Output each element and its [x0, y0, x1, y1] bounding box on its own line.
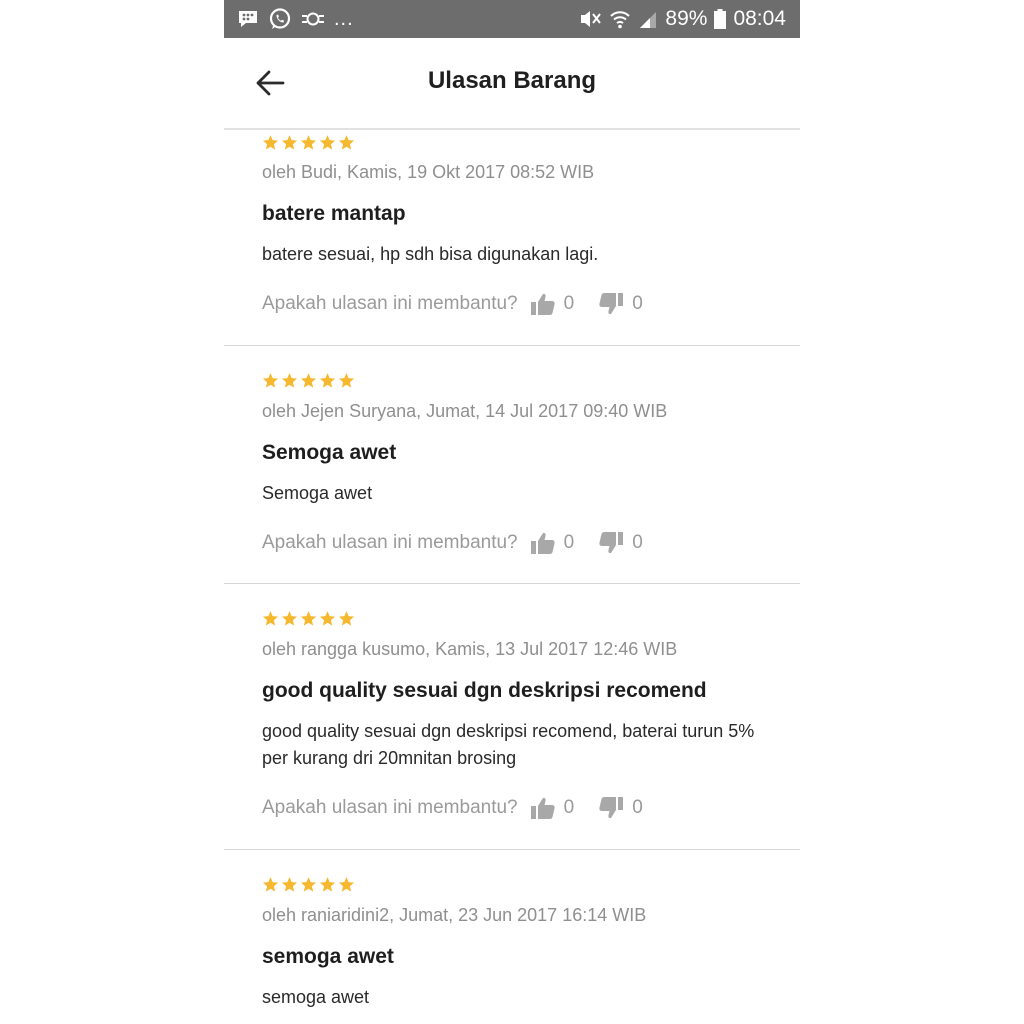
star-icon: [338, 877, 355, 892]
star-icon: [319, 373, 336, 388]
mute-icon: [578, 8, 602, 30]
battery-percent: 89%: [665, 7, 708, 30]
review-body: Semoga awet: [262, 483, 373, 503]
like-button[interactable]: 0: [530, 796, 575, 820]
thumbs-down-icon: [599, 797, 624, 819]
review-meta: oleh rangga kusumo, Kamis, 13 Jul 2017 1…: [262, 639, 678, 659]
app-bar: Ulasan Barang: [224, 38, 800, 130]
review-body: batere sesuai, hp sdh bisa digunakan lag…: [262, 244, 599, 264]
dislike-button[interactable]: 0: [598, 796, 643, 820]
star-icon: [300, 877, 317, 892]
star-icon: [338, 611, 355, 626]
dislike-count: 0: [632, 797, 643, 818]
review-item: oleh rangga kusumo, Kamis, 13 Jul 2017 1…: [224, 584, 800, 850]
page-title: Ulasan Barang: [427, 67, 597, 94]
review-meta: oleh Jejen Suryana, Jumat, 14 Jul 2017 0…: [262, 401, 668, 421]
dislike-count: 0: [632, 532, 643, 553]
star-icon: [281, 877, 298, 892]
like-button[interactable]: 0: [530, 292, 575, 316]
phone-screen: ... 89% 08:04 Ulasan Barang oleh Budi, K…: [224, 0, 800, 1024]
status-bar-left: ...: [237, 6, 354, 32]
review-meta: oleh raniaridini2, Jumat, 23 Jun 2017 16…: [262, 905, 647, 925]
star-icon: [300, 373, 317, 388]
clock: 08:04: [733, 7, 786, 30]
thumbs-up-icon: [530, 797, 555, 819]
sync-icon: [301, 8, 325, 30]
star-icon: [338, 373, 355, 388]
star-icon: [281, 135, 298, 150]
wifi-icon: [609, 8, 631, 30]
star-icon: [300, 135, 317, 150]
more-notifications: ...: [334, 8, 354, 30]
review-body: good quality sesuai dgn deskripsi recome…: [262, 721, 755, 768]
review-meta: oleh Budi, Kamis, 19 Okt 2017 08:52 WIB: [262, 162, 595, 182]
star-icon: [281, 373, 298, 388]
review-title: Semoga awet: [262, 441, 397, 464]
helpful-row: Apakah ulasan ini membantu? 0 0: [262, 796, 643, 820]
dislike-button[interactable]: 0: [598, 292, 643, 316]
star-rating: [262, 134, 355, 151]
star-rating: [262, 610, 355, 627]
review-item: oleh Jejen Suryana, Jumat, 14 Jul 2017 0…: [224, 346, 800, 584]
thumbs-up-icon: [530, 293, 555, 315]
star-rating: [262, 876, 355, 893]
thumbs-down-icon: [599, 293, 624, 315]
star-icon: [262, 877, 279, 892]
helpful-label: Apakah ulasan ini membantu?: [262, 532, 518, 553]
thumbs-up-icon: [530, 532, 555, 554]
helpful-row: Apakah ulasan ini membantu? 0 0: [262, 292, 643, 316]
review-title: batere mantap: [262, 202, 406, 225]
review-item: oleh Budi, Kamis, 19 Okt 2017 08:52 WIB …: [224, 130, 800, 346]
thumbs-down-icon: [599, 532, 624, 554]
star-icon: [262, 611, 279, 626]
signal-icon: [638, 9, 658, 29]
whatsapp-icon: [268, 7, 292, 31]
star-icon: [319, 877, 336, 892]
star-icon: [262, 373, 279, 388]
dislike-count: 0: [632, 293, 643, 314]
star-icon: [319, 135, 336, 150]
helpful-label: Apakah ulasan ini membantu?: [262, 797, 518, 818]
star-icon: [338, 135, 355, 150]
bbm-icon: [237, 9, 259, 29]
battery-icon: [714, 9, 727, 29]
dislike-button[interactable]: 0: [598, 531, 643, 555]
like-count: 0: [563, 797, 575, 818]
review-title: semoga awet: [262, 945, 394, 968]
star-icon: [319, 611, 336, 626]
helpful-row: Apakah ulasan ini membantu? 0 0: [262, 531, 643, 555]
star-rating: [262, 372, 355, 389]
like-button[interactable]: 0: [530, 531, 575, 555]
like-count: 0: [563, 293, 575, 314]
like-count: 0: [563, 532, 575, 553]
review-item: oleh raniaridini2, Jumat, 23 Jun 2017 16…: [224, 850, 800, 1024]
review-body: semoga awet: [262, 987, 370, 1007]
star-icon: [281, 611, 298, 626]
review-title: good quality sesuai dgn deskripsi recome…: [262, 679, 707, 702]
status-bar-right: 89% 08:04: [578, 6, 786, 32]
status-bar: ... 89% 08:04: [224, 0, 800, 38]
star-icon: [262, 135, 279, 150]
helpful-label: Apakah ulasan ini membantu?: [262, 293, 518, 314]
star-icon: [300, 611, 317, 626]
